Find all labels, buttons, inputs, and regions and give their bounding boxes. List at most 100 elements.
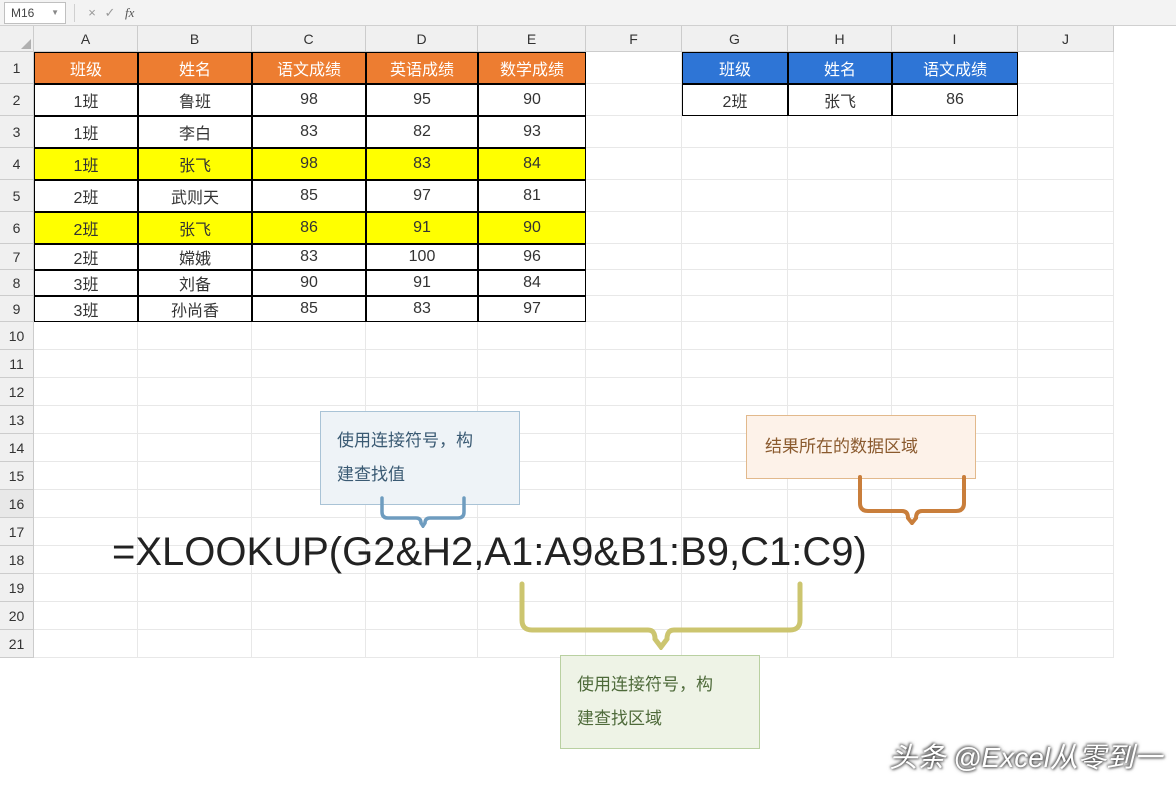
cell[interactable]	[788, 244, 892, 270]
cell[interactable]: 数学成绩	[478, 52, 586, 84]
cell[interactable]	[366, 602, 478, 630]
cell[interactable]	[682, 322, 788, 350]
cell[interactable]: 91	[366, 212, 478, 244]
cell[interactable]: 1班	[34, 148, 138, 180]
cell[interactable]	[478, 350, 586, 378]
cell[interactable]: 83	[366, 296, 478, 322]
cell[interactable]: 81	[478, 180, 586, 212]
cell[interactable]	[366, 574, 478, 602]
cell[interactable]	[892, 212, 1018, 244]
cell[interactable]: 86	[892, 84, 1018, 116]
cell[interactable]	[682, 244, 788, 270]
cell[interactable]	[1018, 406, 1114, 434]
chevron-down-icon[interactable]: ▼	[51, 8, 59, 17]
cell[interactable]	[892, 350, 1018, 378]
cell[interactable]	[892, 630, 1018, 658]
row-header[interactable]: 18	[0, 546, 34, 574]
cell[interactable]	[34, 434, 138, 462]
row-header[interactable]: 21	[0, 630, 34, 658]
cell[interactable]	[138, 462, 252, 490]
cell[interactable]: 班级	[682, 52, 788, 84]
cell[interactable]	[34, 406, 138, 434]
cell[interactable]	[1018, 434, 1114, 462]
cell[interactable]	[788, 116, 892, 148]
cell[interactable]	[892, 270, 1018, 296]
cell[interactable]	[34, 490, 138, 518]
cell[interactable]	[34, 322, 138, 350]
cell[interactable]: 84	[478, 270, 586, 296]
cell[interactable]	[788, 148, 892, 180]
cell[interactable]: 3班	[34, 296, 138, 322]
cell[interactable]	[478, 322, 586, 350]
cell[interactable]: 张飞	[788, 84, 892, 116]
cell[interactable]: 语文成绩	[252, 52, 366, 84]
row-header[interactable]: 3	[0, 116, 34, 148]
column-header[interactable]: F	[586, 26, 682, 52]
cell[interactable]	[892, 602, 1018, 630]
cell[interactable]	[1018, 322, 1114, 350]
cell[interactable]: 85	[252, 296, 366, 322]
cell[interactable]: 孙尚香	[138, 296, 252, 322]
cell[interactable]	[1018, 148, 1114, 180]
cell[interactable]: 85	[252, 180, 366, 212]
cell[interactable]	[586, 52, 682, 84]
cell[interactable]: 刘备	[138, 270, 252, 296]
row-header[interactable]: 11	[0, 350, 34, 378]
cell[interactable]	[366, 378, 478, 406]
cell[interactable]: 97	[366, 180, 478, 212]
cell[interactable]	[366, 350, 478, 378]
cell[interactable]: 90	[478, 84, 586, 116]
cell[interactable]	[586, 212, 682, 244]
cell[interactable]	[586, 350, 682, 378]
cell[interactable]	[682, 296, 788, 322]
cell[interactable]: 2班	[34, 212, 138, 244]
cell[interactable]	[586, 490, 682, 518]
cell[interactable]: 95	[366, 84, 478, 116]
cell[interactable]: 91	[366, 270, 478, 296]
cell[interactable]	[892, 322, 1018, 350]
cell[interactable]: 98	[252, 84, 366, 116]
cell[interactable]	[1018, 574, 1114, 602]
cell[interactable]: 96	[478, 244, 586, 270]
cell[interactable]	[252, 574, 366, 602]
cell[interactable]	[1018, 84, 1114, 116]
cell[interactable]: 张飞	[138, 212, 252, 244]
column-header[interactable]: J	[1018, 26, 1114, 52]
cell[interactable]: 姓名	[138, 52, 252, 84]
cell[interactable]	[682, 378, 788, 406]
column-header[interactable]: C	[252, 26, 366, 52]
cell[interactable]	[788, 322, 892, 350]
cell[interactable]: 90	[252, 270, 366, 296]
cell[interactable]	[892, 296, 1018, 322]
cell[interactable]: 3班	[34, 270, 138, 296]
cell[interactable]	[1018, 602, 1114, 630]
cell[interactable]: 83	[252, 116, 366, 148]
cell[interactable]: 83	[252, 244, 366, 270]
cell[interactable]	[1018, 378, 1114, 406]
cell[interactable]	[252, 378, 366, 406]
cancel-icon[interactable]: ×	[83, 5, 101, 20]
row-header[interactable]: 2	[0, 84, 34, 116]
cell[interactable]: 1班	[34, 84, 138, 116]
column-header[interactable]: B	[138, 26, 252, 52]
row-header[interactable]: 5	[0, 180, 34, 212]
cell[interactable]	[1018, 518, 1114, 546]
row-header[interactable]: 17	[0, 518, 34, 546]
cell[interactable]	[892, 378, 1018, 406]
cell[interactable]: 张飞	[138, 148, 252, 180]
cell[interactable]	[586, 378, 682, 406]
cell[interactable]	[788, 212, 892, 244]
cell[interactable]	[252, 322, 366, 350]
column-header[interactable]: I	[892, 26, 1018, 52]
cell[interactable]: 82	[366, 116, 478, 148]
select-all-corner[interactable]	[0, 26, 34, 52]
cell[interactable]	[682, 180, 788, 212]
cell[interactable]	[34, 350, 138, 378]
cell[interactable]	[788, 350, 892, 378]
cell[interactable]	[892, 148, 1018, 180]
cell[interactable]: 100	[366, 244, 478, 270]
row-header[interactable]: 8	[0, 270, 34, 296]
cell[interactable]: 1班	[34, 116, 138, 148]
cell[interactable]: 84	[478, 148, 586, 180]
cell[interactable]	[1018, 630, 1114, 658]
